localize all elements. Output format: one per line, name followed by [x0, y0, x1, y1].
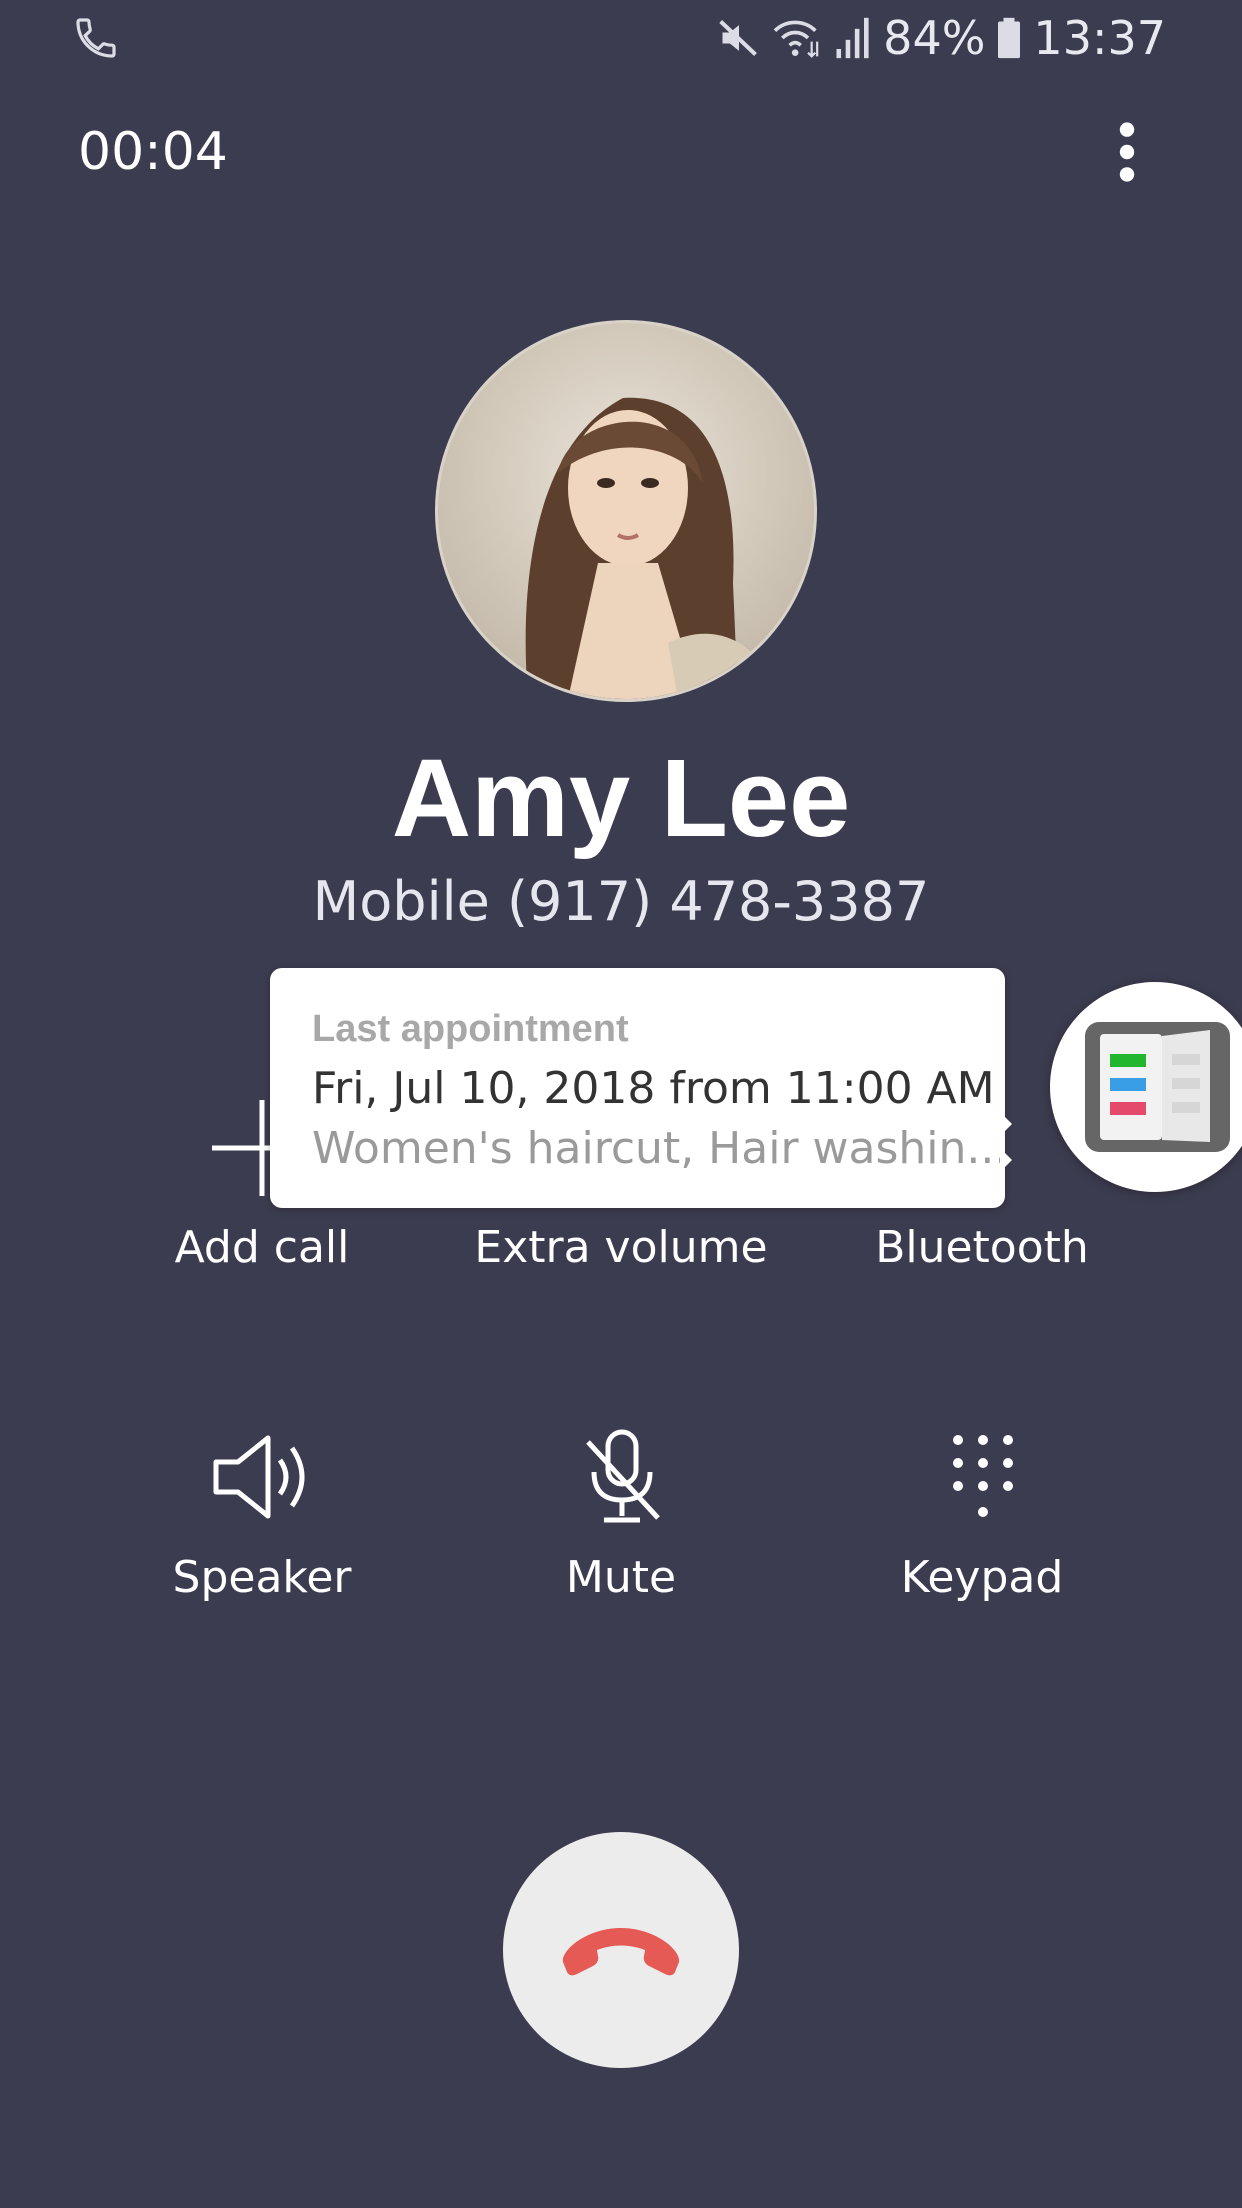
end-call-button[interactable]	[503, 1832, 739, 2068]
battery-percent: 84%	[883, 11, 986, 65]
speaker-label[interactable]: Speaker	[112, 1552, 412, 1603]
status-time: 13:37	[1033, 11, 1166, 65]
phone-status-icon	[76, 18, 116, 58]
contact-photo	[438, 323, 814, 699]
bluetooth-icon-partial	[1000, 1112, 1012, 1172]
contact-avatar	[435, 320, 817, 702]
extra-volume-label[interactable]: Extra volume	[471, 1222, 771, 1273]
signal-icon	[836, 17, 869, 59]
popup-title: Last appointment	[312, 1008, 629, 1050]
appointment-popup[interactable]: Last appointment Fri, Jul 10, 2018 from …	[270, 968, 1009, 1208]
battery-icon	[998, 17, 1021, 59]
keypad-label[interactable]: Keypad	[832, 1552, 1132, 1603]
status-bar-right: 84% 13:37	[717, 11, 1166, 65]
appointments-app-bubble[interactable]	[1050, 982, 1242, 1192]
bluetooth-label[interactable]: Bluetooth	[832, 1222, 1132, 1273]
mute-mic-icon[interactable]	[582, 1428, 662, 1528]
hang-up-icon	[562, 1928, 680, 1976]
appointment-book-icon	[1085, 1022, 1230, 1152]
more-options-icon[interactable]	[1112, 120, 1142, 184]
contact-number: Mobile (917) 478-3387	[312, 870, 930, 933]
add-call-label[interactable]: Add call	[112, 1222, 412, 1273]
wifi-icon	[773, 20, 819, 58]
appointment-detail: Women's haircut, Hair washin...	[312, 1123, 1009, 1174]
mute-icon	[719, 20, 758, 56]
contact-name: Amy Lee	[391, 737, 851, 860]
call-timer: 00:04	[78, 122, 228, 182]
mute-label[interactable]: Mute	[471, 1552, 771, 1603]
appointment-date: Fri, Jul 10, 2018 from 11:00 AM	[312, 1063, 995, 1114]
speaker-icon[interactable]	[212, 1432, 312, 1522]
keypad-icon[interactable]	[950, 1432, 1016, 1524]
